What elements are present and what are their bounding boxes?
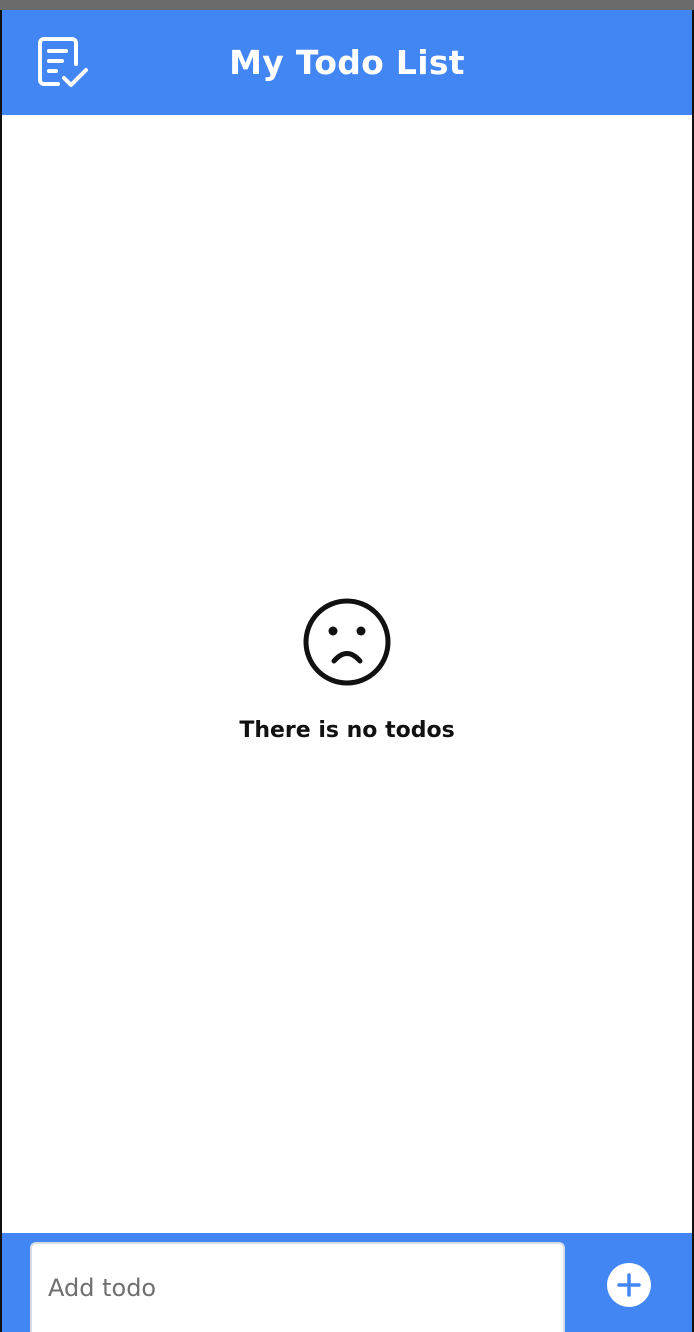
- plus-icon: [617, 1273, 641, 1297]
- empty-state: There is no todos: [2, 596, 692, 743]
- add-todo-button[interactable]: [607, 1263, 651, 1307]
- status-strip: [0, 0, 694, 10]
- todo-app: My Todo List There is no todos: [0, 10, 694, 1332]
- add-todo-input[interactable]: [30, 1242, 565, 1332]
- page-title: My Todo List: [229, 43, 465, 82]
- sad-face-icon: [303, 598, 391, 686]
- app-header: My Todo List: [2, 10, 692, 115]
- todo-composer: [2, 1233, 692, 1332]
- empty-message: There is no todos: [239, 718, 455, 743]
